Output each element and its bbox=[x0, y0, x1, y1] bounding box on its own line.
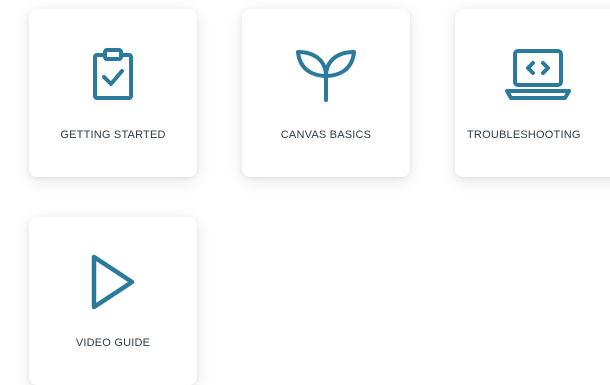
card-video-guide[interactable]: VIDEO GUIDE bbox=[29, 217, 197, 385]
clipboard-check-icon bbox=[29, 39, 197, 109]
card-label: VIDEO GUIDE bbox=[75, 337, 151, 349]
card-canvas-basics[interactable]: CANVAS BASICS bbox=[242, 9, 410, 177]
card-label: GETTING STARTED bbox=[60, 129, 166, 141]
card-getting-started[interactable]: GETTING STARTED bbox=[29, 9, 197, 177]
laptop-code-icon bbox=[445, 39, 610, 109]
play-icon bbox=[29, 247, 197, 317]
help-card-grid: GETTING STARTED CANVAS BASICS TROUBLESHO… bbox=[0, 0, 610, 385]
sprout-icon bbox=[242, 39, 410, 109]
card-label: CANVAS BASICS bbox=[280, 129, 372, 141]
card-troubleshooting[interactable]: TROUBLESHOOTING bbox=[455, 9, 610, 177]
card-label: TROUBLESHOOTING bbox=[467, 129, 581, 141]
